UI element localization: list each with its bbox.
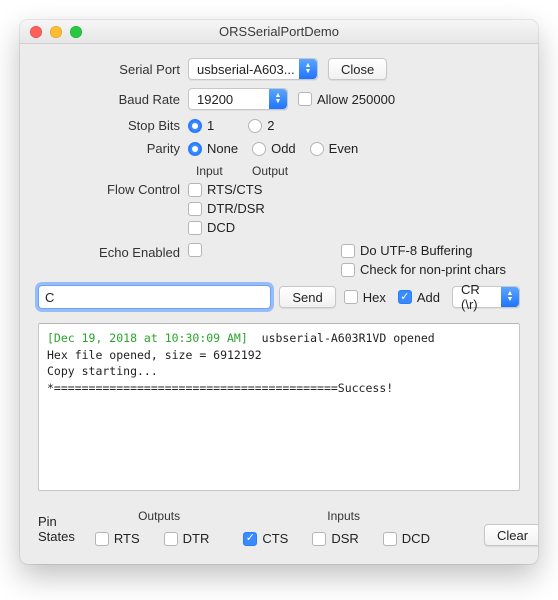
updown-icon: ▲▼ [299, 59, 317, 79]
utf8-buffering-checkbox[interactable]: Do UTF-8 Buffering [341, 243, 472, 258]
checkbox-icon [243, 532, 257, 546]
stop-bits-1-radio[interactable]: 1 [188, 118, 214, 133]
app-window: ORSSerialPortDemo Serial Port usbserial-… [20, 20, 538, 564]
pin-dcd-checkbox[interactable]: DCD [383, 531, 430, 546]
serial-port-label: Serial Port [38, 62, 188, 77]
clear-button[interactable]: Clear [484, 524, 538, 546]
echo-enabled-checkbox[interactable] [188, 243, 202, 257]
hex-checkbox[interactable]: Hex [344, 290, 386, 305]
checkbox-icon [344, 290, 358, 304]
log-timestamp: [Dec 19, 2018 at 10:30:09 AM] [47, 331, 248, 345]
pin-dtr-checkbox[interactable]: DTR [164, 531, 210, 546]
send-button[interactable]: Send [279, 286, 335, 308]
serial-port-select[interactable]: usbserial-A603... ▲▼ [188, 58, 318, 80]
allow-250000-checkbox[interactable]: Allow 250000 [298, 92, 395, 107]
pin-states-label: Pin States [38, 514, 75, 546]
input-column-header: Input [196, 164, 236, 178]
flow-control-label: Flow Control [38, 182, 188, 197]
window-controls [20, 26, 82, 38]
parity-none-radio[interactable]: None [188, 141, 238, 156]
flow-dtrdsr-checkbox[interactable]: DTR/DSR [188, 201, 265, 216]
flow-rtscts-checkbox[interactable]: RTS/CTS [188, 182, 262, 197]
checkbox-icon [188, 183, 202, 197]
checkbox-icon [341, 244, 355, 258]
checkbox-icon [188, 243, 202, 257]
radio-icon [188, 142, 202, 156]
updown-icon: ▲▼ [501, 287, 519, 307]
pin-dsr-checkbox[interactable]: DSR [312, 531, 358, 546]
zoom-window-icon[interactable] [70, 26, 82, 38]
window-title: ORSSerialPortDemo [20, 24, 538, 39]
checkbox-icon [312, 532, 326, 546]
log-output[interactable]: [Dec 19, 2018 at 10:30:09 AM] usbserial-… [38, 323, 520, 491]
stop-bits-label: Stop Bits [38, 118, 188, 133]
stop-bits-2-radio[interactable]: 2 [248, 118, 274, 133]
checkbox-icon [188, 221, 202, 235]
line-ending-select[interactable]: CR (\r) ▲▼ [452, 286, 520, 308]
radio-icon [188, 119, 202, 133]
serial-port-value: usbserial-A603... [197, 62, 295, 77]
nonprint-checkbox[interactable]: Check for non-print chars [341, 262, 506, 277]
outputs-heading: Outputs [138, 509, 180, 523]
updown-icon: ▲▼ [269, 89, 287, 109]
pin-rts-checkbox[interactable]: RTS [95, 531, 140, 546]
checkbox-icon [383, 532, 397, 546]
baud-rate-value: 19200 [197, 92, 233, 107]
flow-dcd-checkbox[interactable]: DCD [188, 220, 235, 235]
checkbox-icon [95, 532, 109, 546]
echo-enabled-label: Echo Enabled [38, 243, 188, 260]
inputs-group: Inputs CTS DSR DCD [243, 509, 444, 546]
parity-even-radio[interactable]: Even [310, 141, 359, 156]
pin-cts-checkbox[interactable]: CTS [243, 531, 288, 546]
parity-label: Parity [38, 141, 188, 156]
close-button[interactable]: Close [328, 58, 387, 80]
radio-icon [310, 142, 324, 156]
radio-icon [248, 119, 262, 133]
content-area: Serial Port usbserial-A603... ▲▼ Close B… [20, 44, 538, 564]
close-window-icon[interactable] [30, 26, 42, 38]
baud-rate-select[interactable]: 19200 ▲▼ [188, 88, 288, 110]
baud-rate-label: Baud Rate [38, 92, 188, 107]
minimize-window-icon[interactable] [50, 26, 62, 38]
checkbox-icon [188, 202, 202, 216]
output-column-header: Output [252, 164, 288, 178]
command-input[interactable]: C [38, 285, 271, 309]
checkbox-icon [298, 92, 312, 106]
radio-icon [252, 142, 266, 156]
add-checkbox[interactable]: Add [398, 290, 440, 305]
outputs-group: Outputs RTS DTR [95, 509, 223, 546]
parity-odd-radio[interactable]: Odd [252, 141, 296, 156]
checkbox-icon [341, 263, 355, 277]
checkbox-icon [164, 532, 178, 546]
inputs-heading: Inputs [327, 509, 360, 523]
checkbox-icon [398, 290, 412, 304]
titlebar: ORSSerialPortDemo [20, 20, 538, 44]
line-ending-value: CR (\r) [461, 282, 497, 312]
